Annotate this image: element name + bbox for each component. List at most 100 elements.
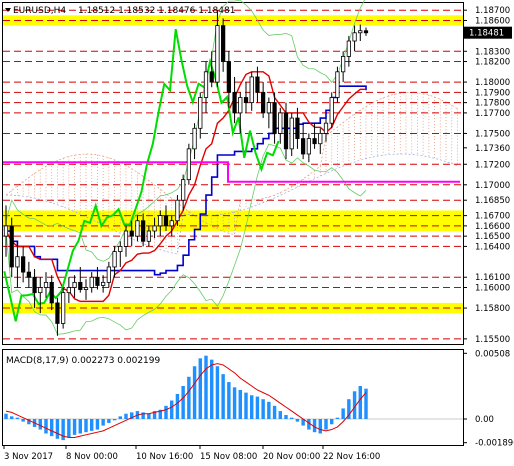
macd-bar (112, 418, 117, 421)
candle-body (95, 276, 100, 286)
candle-body (272, 102, 277, 134)
candle-body (323, 122, 329, 134)
macd-bar (78, 418, 82, 434)
candle-body (346, 40, 351, 57)
candle-body (26, 271, 31, 278)
candle-body (329, 97, 334, 124)
macd-bar (204, 355, 208, 419)
macd-axis: 0.00508 0.00 -0.001896 (463, 349, 514, 449)
price-axis: 1.187001.18600 1.183001.18200 1.180001.179… (463, 6, 512, 345)
macd-bar (44, 418, 48, 434)
current-price-label: 1.18481 (469, 29, 504, 39)
macd-bar (290, 417, 294, 419)
macd-bar (261, 399, 265, 419)
price-tick-label: 1.17700 (475, 109, 510, 119)
macd-bar (255, 396, 260, 419)
date-tick-label: 22 Nov 16:00 (323, 452, 380, 462)
price-tick-label: 1.18700 (475, 6, 510, 16)
macd-bar (84, 418, 88, 433)
macd-bar (341, 408, 345, 419)
candle-body (169, 220, 174, 227)
macd-bar (118, 416, 122, 419)
candle-body (221, 25, 226, 62)
candle-body (152, 225, 157, 232)
date-tick-label: 3 Nov 2017 (4, 452, 53, 462)
macd-bar (210, 359, 214, 419)
candle-body (335, 71, 340, 98)
eurusd-chart[interactable]: 1.187001.18600 1.183001.18200 1.180001.179… (0, 0, 514, 466)
candle-body (175, 199, 180, 222)
candle-body (135, 220, 140, 237)
candle-body (123, 230, 129, 247)
price-tick-label: 1.15500 (475, 335, 510, 345)
macd-bar (358, 386, 362, 419)
candle-body (249, 76, 254, 104)
macd-bar (238, 389, 242, 419)
candle-body (38, 287, 43, 294)
price-panel[interactable] (2, 2, 464, 345)
macd-bar (21, 418, 25, 422)
candle-body (238, 97, 243, 114)
ohlc-values: 1.18512 1.18532 1.18476 1.18481 (78, 6, 235, 16)
price-tick-label: 1.17500 (475, 129, 510, 139)
macd-bar (67, 418, 71, 438)
candle-body (255, 76, 260, 93)
candle-body (32, 276, 37, 294)
candle-body (278, 112, 283, 134)
candle-body (283, 112, 289, 150)
candle-body (318, 133, 323, 145)
price-tick-label: 1.16700 (475, 212, 510, 222)
macd-bar (284, 415, 288, 419)
candle-body (158, 215, 163, 227)
candle-body (363, 30, 369, 34)
macd-bar (278, 411, 282, 419)
candle-body (61, 292, 66, 324)
candle-body (78, 281, 83, 290)
candle-body (301, 138, 306, 155)
date-tick-label: 10 Nov 16:00 (136, 452, 193, 462)
macd-bar (38, 418, 42, 430)
macd-bar (90, 418, 94, 431)
date-tick-label: 20 Nov 00:00 (263, 452, 320, 462)
macd-bar (72, 418, 77, 435)
macd-bar (272, 405, 277, 419)
macd-bar (95, 418, 100, 430)
candle-body (49, 281, 54, 304)
macd-bar (15, 417, 20, 419)
macd-bar (4, 413, 8, 419)
candle-body (146, 230, 151, 242)
date-tick-label: 15 Nov 08:00 (200, 452, 257, 462)
candle-body (163, 215, 169, 227)
macd-bar (124, 413, 128, 419)
macd-bar (250, 395, 254, 419)
macd-tick-label: 0.00 (475, 415, 494, 425)
candle-body (203, 71, 209, 98)
price-tick-label: 1.18200 (475, 58, 510, 68)
macd-bar (324, 418, 328, 430)
price-tick-label: 1.15800 (475, 304, 510, 314)
candle-body (15, 256, 20, 268)
macd-bar (215, 366, 220, 419)
macd-label: MACD(8,17,9) 0.002273 0.002199 (6, 356, 161, 366)
candle-body (232, 91, 237, 114)
candle-body (101, 281, 106, 286)
macd-bar (181, 386, 185, 419)
macd-bar (198, 358, 202, 419)
macd-bar (232, 387, 237, 419)
candle-body (261, 91, 266, 114)
yellow-zone (3, 210, 463, 232)
macd-tick-label: 0.00508 (475, 349, 510, 359)
candle-body (106, 266, 111, 283)
macd-bar (101, 418, 105, 426)
macd-bar (164, 405, 168, 419)
price-tick-label: 1.16850 (475, 196, 510, 206)
candle-body (352, 32, 357, 42)
price-tick-label: 1.17360 (475, 144, 510, 154)
macd-bar (221, 374, 225, 419)
macd-bar (10, 416, 14, 419)
macd-bar (61, 418, 65, 441)
price-tick-label: 1.17000 (475, 181, 510, 191)
macd-bar (330, 418, 334, 425)
candle-body (289, 117, 294, 150)
macd-bar (55, 418, 60, 439)
